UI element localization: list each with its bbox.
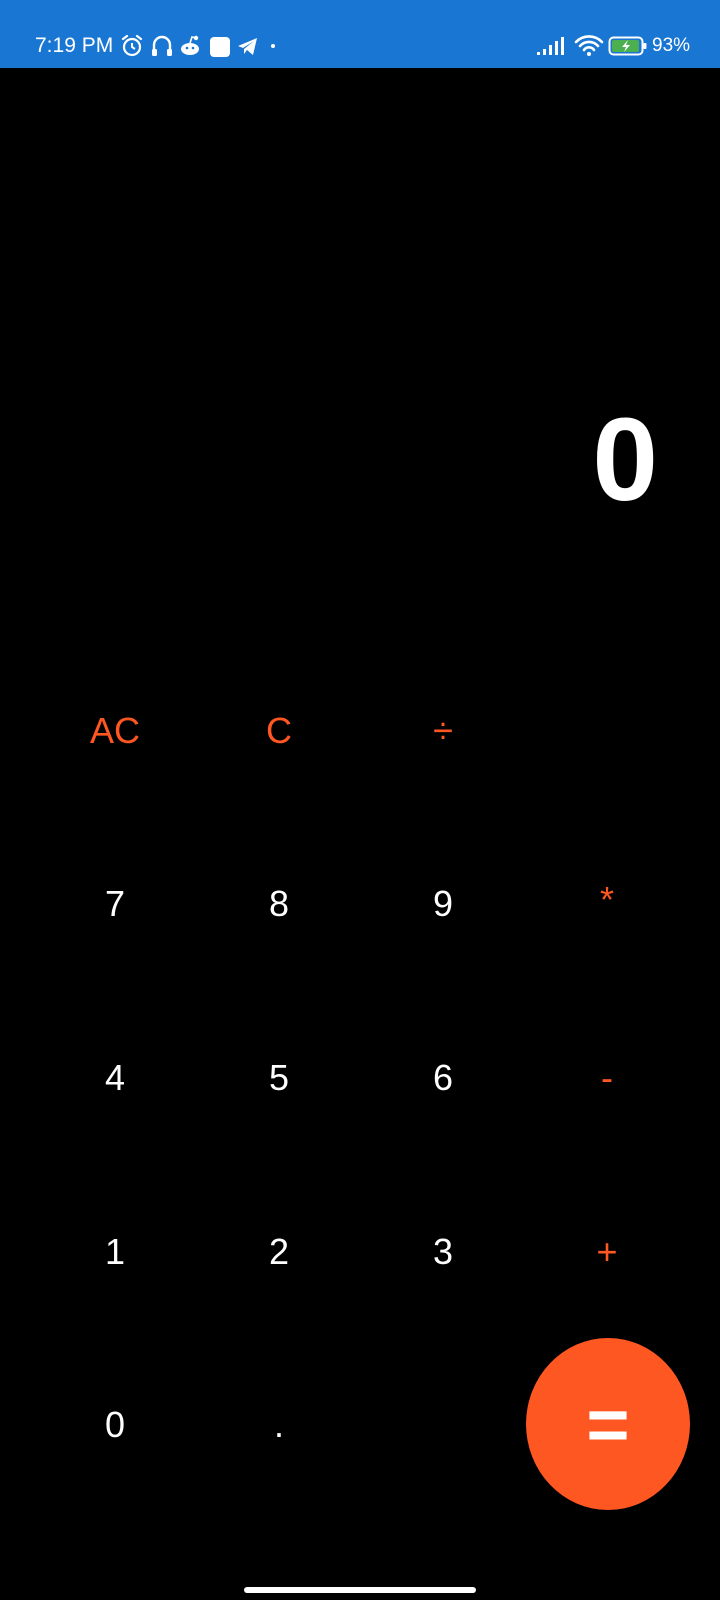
add-button[interactable]: + xyxy=(547,1212,667,1292)
battery-percent: 93% xyxy=(652,35,691,56)
all-clear-button[interactable]: AC xyxy=(55,691,175,771)
wifi-icon xyxy=(574,35,604,56)
clear-button[interactable]: C xyxy=(219,691,339,771)
digit-2-button[interactable]: 2 xyxy=(219,1212,339,1292)
alarm-icon xyxy=(121,34,143,57)
digit-7-button[interactable]: 7 xyxy=(55,864,175,944)
digit-4-button[interactable]: 4 xyxy=(55,1038,175,1118)
signal-icon xyxy=(537,37,564,55)
result-display: 0 xyxy=(592,394,658,526)
equals-button[interactable]: = xyxy=(526,1338,690,1510)
multiply-button[interactable]: * xyxy=(547,860,667,940)
headphones-icon xyxy=(152,35,172,56)
digit-6-button[interactable]: 6 xyxy=(383,1038,503,1118)
digit-3-button[interactable]: 3 xyxy=(383,1212,503,1292)
status-time: 7:19 PM xyxy=(35,34,114,57)
divide-button[interactable]: ÷ xyxy=(383,691,503,771)
digit-0-button[interactable]: 0 xyxy=(55,1385,175,1465)
digit-9-button[interactable]: 9 xyxy=(383,864,503,944)
digit-8-button[interactable]: 8 xyxy=(219,864,339,944)
home-indicator[interactable] xyxy=(244,1587,476,1593)
app-square-icon xyxy=(210,37,230,57)
telegram-icon xyxy=(238,38,257,55)
battery-charging-icon xyxy=(608,36,647,56)
digit-1-button[interactable]: 1 xyxy=(55,1212,175,1292)
decimal-button[interactable]: . xyxy=(219,1385,339,1465)
digit-5-button[interactable]: 5 xyxy=(219,1038,339,1118)
subtract-button[interactable]: - xyxy=(547,1038,667,1118)
dot-icon xyxy=(271,44,275,48)
reddit-icon xyxy=(181,35,199,55)
status-bar: 7:19 PM 93% xyxy=(0,0,720,68)
